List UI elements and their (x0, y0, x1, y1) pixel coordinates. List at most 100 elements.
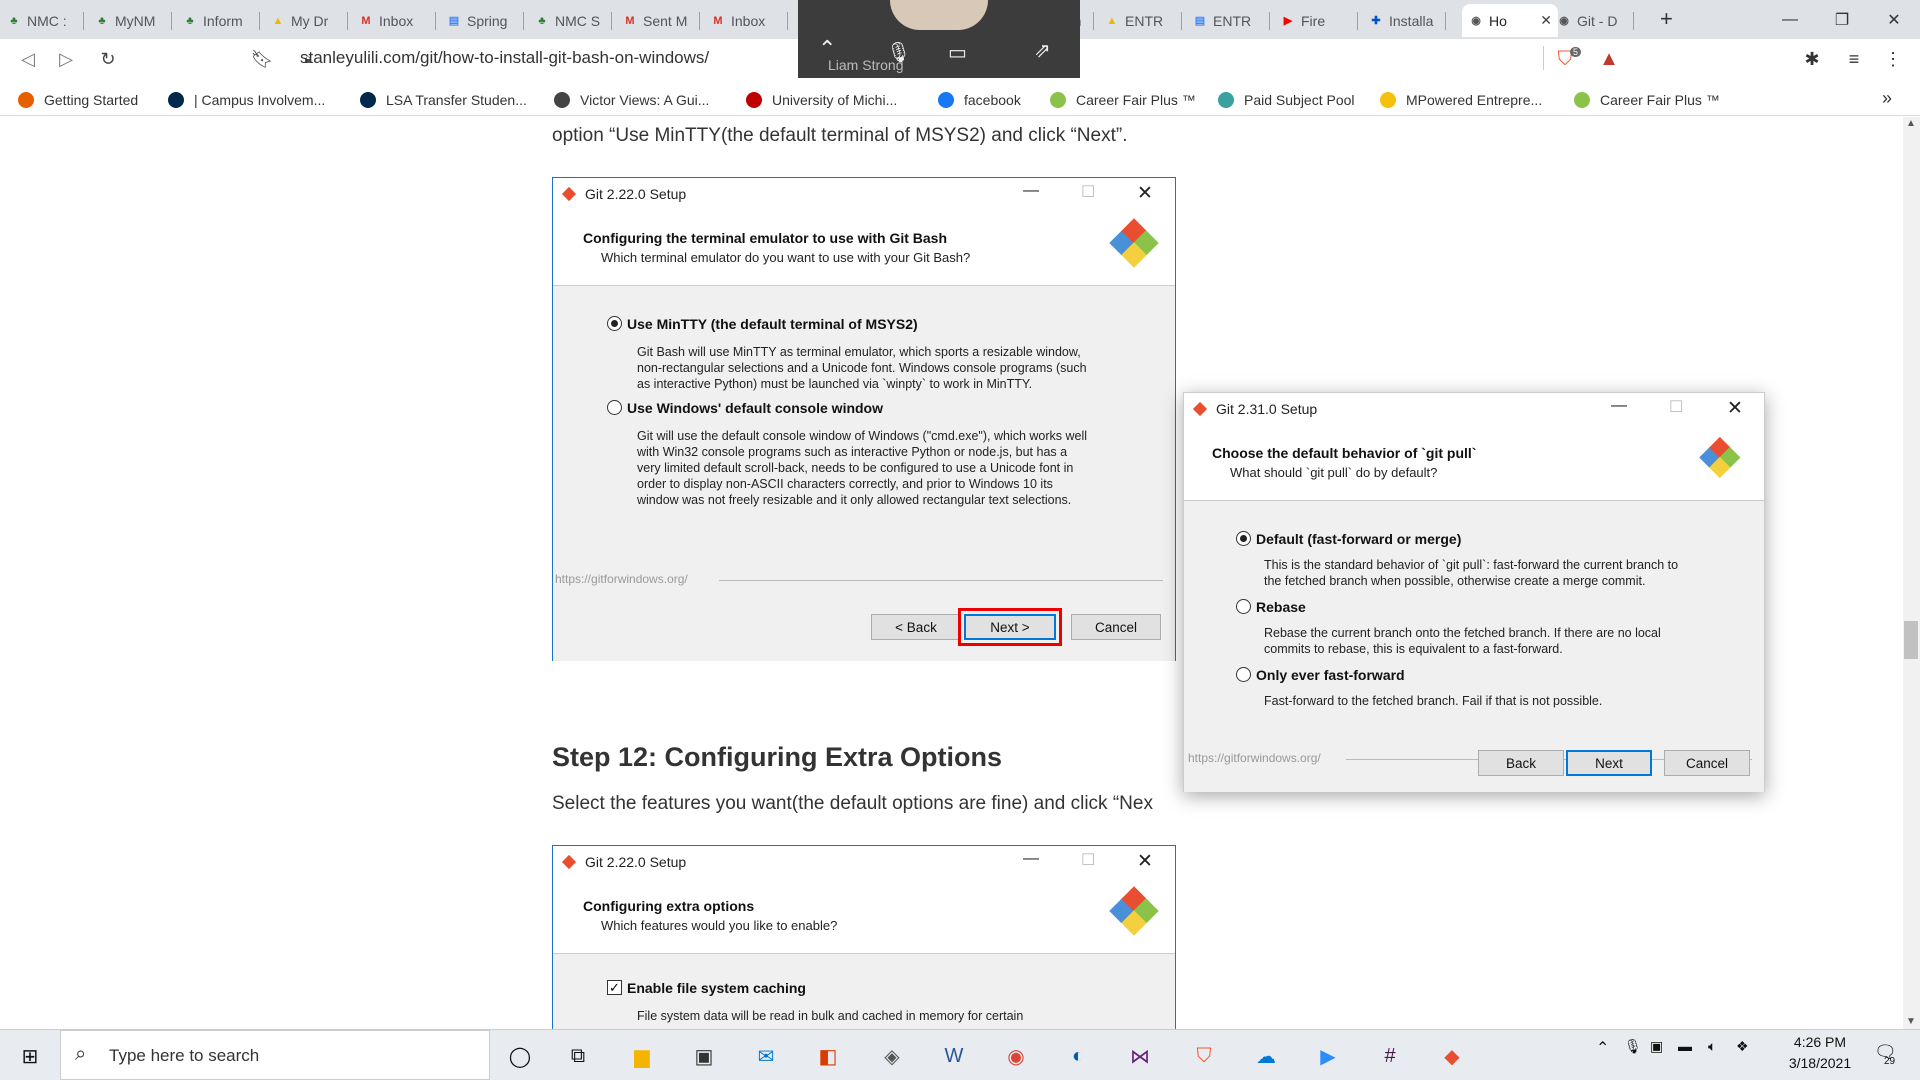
dialog-close-button[interactable]: ✕ (1137, 850, 1153, 873)
page-scrollbar[interactable] (1903, 117, 1920, 1029)
fs-caching-option-label[interactable]: Enable file system caching (627, 980, 806, 996)
dialog-maximize-button[interactable]: ☐ (1081, 182, 1095, 202)
onedrive-icon[interactable]: ☁ (1250, 1040, 1282, 1072)
extensions-icon[interactable]: ✱ (1800, 47, 1824, 71)
browser-tab[interactable]: ▤ ENTR (1186, 4, 1270, 37)
file-explorer-icon[interactable]: ▆ (626, 1040, 658, 1072)
browser-tab[interactable]: ✚ Installa (1362, 4, 1446, 37)
browser-tab[interactable]: ♣ MyNM (88, 4, 172, 37)
bookmark-item[interactable]: facebook (938, 90, 1021, 110)
zoom-icon[interactable]: ▶ (1312, 1040, 1344, 1072)
mintty-option-label[interactable]: Use MinTTY (the default terminal of MSYS… (627, 316, 918, 332)
next-button[interactable]: Next (1566, 750, 1652, 776)
bookmark-item[interactable]: MPowered Entrepre... (1380, 90, 1542, 110)
browser-tab[interactable]: ▲ My Dr (264, 4, 348, 37)
fast-forward-only-radio[interactable] (1236, 667, 1251, 682)
pop-out-icon[interactable]: ⇗ (1034, 38, 1051, 63)
brave-icon[interactable]: ⛉ (1188, 1040, 1220, 1072)
microphone-icon[interactable]: 🎙︎ (1624, 1038, 1642, 1055)
dialog-maximize-button[interactable]: ☐ (1669, 397, 1683, 417)
word-icon[interactable]: W (938, 1040, 970, 1072)
fast-forward-only-option-label[interactable]: Only ever fast-forward (1256, 667, 1405, 683)
new-tab-button[interactable]: + (1660, 6, 1673, 32)
minimize-window-button[interactable]: — (1764, 0, 1816, 39)
bookmark-item[interactable]: Getting Started (18, 90, 138, 110)
video-off-icon[interactable]: ▭ (948, 40, 967, 65)
gitforwindows-link[interactable]: https://gitforwindows.org/ (555, 572, 688, 586)
browser-tab[interactable]: ♣ NMC : (0, 4, 84, 37)
back-button[interactable]: Back (1478, 750, 1564, 776)
bookmark-item[interactable]: Career Fair Plus ™ (1574, 90, 1720, 110)
address-bar[interactable]: stanleyulili.com/git/how-to-install-git-… (300, 48, 709, 68)
browser-tab[interactable]: ♣ Inform (176, 4, 260, 37)
bookmark-item[interactable]: Paid Subject Pool (1218, 90, 1355, 110)
taskbar-search-box[interactable]: ⌕ Type here to search (60, 1030, 490, 1080)
windows-console-option-label[interactable]: Use Windows' default console window (627, 400, 883, 416)
chrome-icon[interactable]: ◉ (1000, 1040, 1032, 1072)
youtube-icon: ▶ (1283, 15, 1293, 27)
mail-icon[interactable]: ✉ (750, 1040, 782, 1072)
meet-now-icon[interactable]: ▣ (1650, 1038, 1663, 1055)
snip-icon[interactable]: ◈ (876, 1040, 908, 1072)
brave-rewards-icon[interactable]: ▲ (1597, 47, 1621, 71)
back-button[interactable]: ◁ (16, 47, 40, 71)
task-view-icon[interactable]: ◯ (504, 1040, 536, 1072)
close-window-button[interactable]: ✕ (1868, 0, 1920, 39)
menu-icon[interactable]: ⋮ (1881, 47, 1905, 71)
git-icon[interactable]: ◆ (1436, 1040, 1468, 1072)
dropbox-icon[interactable]: ❖ (1736, 1038, 1749, 1055)
windows-start-icon[interactable]: ⊞ (14, 1040, 46, 1072)
bookmark-item[interactable]: University of Michi... (746, 90, 897, 110)
more-bookmarks-icon[interactable]: » (1882, 88, 1892, 109)
show-hidden-icons-icon[interactable]: ⌃ (1596, 1038, 1609, 1058)
windows-console-radio[interactable] (607, 400, 622, 415)
edge-icon[interactable]: ◐ (1062, 1040, 1094, 1072)
forward-button[interactable]: ▷ (54, 47, 78, 71)
timeline-icon[interactable]: ⧉ (562, 1040, 594, 1072)
dialog-minimize-button[interactable]: — (1611, 397, 1627, 415)
browser-tab[interactable]: ◉ Git - D (1550, 4, 1634, 37)
dialog-close-button[interactable]: ✕ (1727, 397, 1743, 420)
git-logo-icon (1109, 218, 1159, 268)
battery-icon[interactable]: ▬ (1678, 1038, 1692, 1054)
bookmark-item[interactable]: Career Fair Plus ™ (1050, 90, 1196, 110)
scrollbar-thumb[interactable] (1904, 621, 1918, 659)
office-icon[interactable]: ◧ (812, 1040, 844, 1072)
store-icon[interactable]: ▣ (688, 1040, 720, 1072)
default-merge-radio[interactable] (1236, 531, 1251, 546)
browser-tab[interactable]: ◉ Ho ✕ (1462, 4, 1558, 37)
bookmark-item[interactable]: LSA Transfer Studen... (360, 90, 527, 110)
rebase-radio[interactable] (1236, 599, 1251, 614)
fs-caching-checkbox[interactable]: ✓ (607, 980, 622, 995)
browser-tab[interactable]: ▲ ENTR (1098, 4, 1182, 37)
restore-window-button[interactable]: ❐ (1816, 0, 1868, 39)
browser-tab[interactable]: ▶ Fire (1274, 4, 1358, 37)
dialog-minimize-button[interactable]: — (1023, 182, 1039, 200)
browser-tab[interactable]: M Sent M (616, 4, 700, 37)
dialog-close-button[interactable]: ✕ (1137, 182, 1153, 205)
scroll-down-arrow-icon[interactable]: ▼ (1906, 1016, 1916, 1027)
dialog-maximize-button[interactable]: ☐ (1081, 850, 1095, 870)
dialog-minimize-button[interactable]: — (1023, 850, 1039, 868)
reload-button[interactable]: ↻ (96, 47, 120, 71)
cancel-button[interactable]: Cancel (1071, 614, 1161, 640)
mintty-radio[interactable] (607, 316, 622, 331)
scroll-up-arrow-icon[interactable]: ▲ (1906, 118, 1916, 129)
bookmark-item[interactable]: Victor Views: A Gui... (554, 90, 709, 110)
slack-icon[interactable]: # (1374, 1040, 1406, 1072)
browser-tab[interactable]: ▤ Spring (440, 4, 524, 37)
bookmark-icon[interactable]: 🔖︎ (250, 47, 274, 71)
bookmark-item[interactable]: | Campus Involvem... (168, 90, 325, 110)
back-button[interactable]: < Back (871, 614, 961, 640)
cancel-button[interactable]: Cancel (1664, 750, 1750, 776)
default-merge-option-label[interactable]: Default (fast-forward or merge) (1256, 531, 1461, 547)
browser-tab[interactable]: ♣ NMC S (528, 4, 612, 37)
browser-tab[interactable]: M Inbox (352, 4, 436, 37)
clock[interactable]: 4:26 PM 3/18/2021 (1782, 1034, 1858, 1071)
playlist-icon[interactable]: ≡ (1842, 47, 1866, 71)
gitforwindows-link[interactable]: https://gitforwindows.org/ (1188, 751, 1321, 765)
visual-studio-icon[interactable]: ⋈ (1124, 1040, 1156, 1072)
browser-tab[interactable]: M Inbox (704, 4, 788, 37)
rebase-option-label[interactable]: Rebase (1256, 599, 1306, 615)
volume-icon[interactable]: 🔈︎ (1708, 1038, 1716, 1055)
